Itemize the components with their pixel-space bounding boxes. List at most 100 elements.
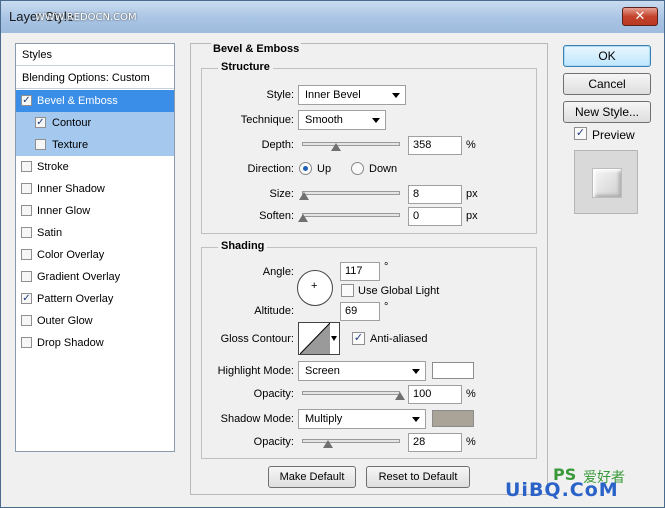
style-item-label: Color Overlay <box>37 249 105 261</box>
soften-slider[interactable] <box>302 213 400 217</box>
preview-checkbox[interactable]: ✓ <box>574 127 587 140</box>
style-item-inner-glow[interactable]: Inner Glow <box>16 200 174 222</box>
shadow-opacity-label: Opacity: <box>253 436 294 448</box>
style-item-texture[interactable]: Texture <box>16 134 174 156</box>
chevron-down-icon <box>412 369 420 374</box>
style-item-label: Contour <box>52 117 92 129</box>
checkbox-bevel-emboss[interactable]: ✓ <box>21 95 32 106</box>
shadow-mode-dropdown[interactable]: Multiply <box>298 409 426 429</box>
watermark-text: WWW.REDOCN.COM <box>35 12 137 23</box>
checkbox-pattern-overlay[interactable]: ✓ <box>21 293 32 304</box>
checkbox-color-overlay[interactable] <box>21 249 32 260</box>
altitude-input[interactable]: 69 <box>340 302 380 321</box>
checkbox-contour[interactable]: ✓ <box>35 117 46 128</box>
ok-button[interactable]: OK <box>563 45 651 67</box>
gloss-contour-label: Gloss Contour: <box>220 333 294 345</box>
highlight-mode-label: Highlight Mode: <box>217 365 294 377</box>
highlight-opacity-input[interactable]: 100 <box>408 385 462 404</box>
style-label: Style: <box>266 89 294 101</box>
styles-list: Styles Blending Options: Custom ✓ Bevel … <box>15 43 175 452</box>
style-dropdown[interactable]: Inner Bevel <box>298 85 406 105</box>
style-item-label: Inner Shadow <box>37 183 105 195</box>
use-global-light-label: Use Global Light <box>358 285 440 297</box>
use-global-light-checkbox[interactable] <box>341 284 354 297</box>
checkbox-stroke[interactable] <box>21 161 32 172</box>
highlight-opacity-label: Opacity: <box>253 388 294 400</box>
angle-dial[interactable]: + <box>297 270 333 306</box>
style-item-satin[interactable]: Satin <box>16 222 174 244</box>
technique-label: Technique: <box>240 114 294 126</box>
highlight-opacity-thumb[interactable] <box>395 392 405 400</box>
style-item-bevel-emboss[interactable]: ✓ Bevel & Emboss <box>16 90 174 112</box>
size-label: Size: <box>269 188 294 200</box>
depth-slider[interactable] <box>302 142 400 146</box>
shadow-color-swatch[interactable] <box>432 410 474 427</box>
anti-aliased-checkbox[interactable]: ✓ <box>352 332 365 345</box>
checkbox-inner-glow[interactable] <box>21 205 32 216</box>
reset-to-default-button[interactable]: Reset to Default <box>366 466 470 488</box>
style-item-drop-shadow[interactable]: Drop Shadow <box>16 332 174 354</box>
highlight-color-swatch[interactable] <box>432 362 474 379</box>
direction-up-label: Up <box>317 163 332 175</box>
cancel-button[interactable]: Cancel <box>563 73 651 95</box>
checkbox-texture[interactable] <box>35 139 46 150</box>
depth-slider-thumb[interactable] <box>331 143 341 151</box>
chevron-down-icon <box>331 336 337 341</box>
layer-style-dialog: Layer Style WWW.REDOCN.COM ✕ Styles Blen… <box>0 0 665 508</box>
direction-down-radio[interactable] <box>351 162 364 175</box>
soften-input[interactable]: 0 <box>408 207 462 226</box>
style-item-gradient-overlay[interactable]: Gradient Overlay <box>16 266 174 288</box>
panel-title: Bevel & Emboss <box>211 43 302 55</box>
technique-dropdown[interactable]: Smooth <box>298 110 386 130</box>
highlight-mode-dropdown[interactable]: Screen <box>298 361 426 381</box>
style-item-outer-glow[interactable]: Outer Glow <box>16 310 174 332</box>
size-input[interactable]: 8 <box>408 185 462 204</box>
size-slider-thumb[interactable] <box>299 192 309 200</box>
style-item-label: Outer Glow <box>37 315 93 327</box>
shadow-opacity-thumb[interactable] <box>323 440 333 448</box>
size-slider[interactable] <box>302 191 400 195</box>
soften-slider-thumb[interactable] <box>298 214 308 222</box>
style-item-label: Bevel & Emboss <box>37 95 118 107</box>
highlight-opacity-slider[interactable] <box>302 391 400 395</box>
checkbox-gradient-overlay[interactable] <box>21 271 32 282</box>
angle-label: Angle: <box>262 266 294 278</box>
style-value: Inner Bevel <box>305 89 361 101</box>
crosshair-icon: + <box>311 280 318 292</box>
style-item-inner-shadow[interactable]: Inner Shadow <box>16 178 174 200</box>
style-item-label: Inner Glow <box>37 205 91 217</box>
style-item-label: Gradient Overlay <box>37 271 121 283</box>
uibq-watermark: UiBQ.CoM <box>505 479 619 501</box>
shadow-opacity-unit: % <box>466 436 476 448</box>
structure-title: Structure <box>218 61 273 73</box>
altitude-unit: ° <box>384 301 389 313</box>
style-item-label: Drop Shadow <box>37 337 104 349</box>
style-item-pattern-overlay[interactable]: ✓ Pattern Overlay <box>16 288 174 310</box>
preview-thumbnail <box>574 150 638 214</box>
close-button[interactable]: ✕ <box>622 7 658 26</box>
checkbox-satin[interactable] <box>21 227 32 238</box>
style-item-label: Texture <box>52 139 89 151</box>
angle-input[interactable]: 117 <box>340 262 380 281</box>
blending-options-item[interactable]: Blending Options: Custom <box>16 67 174 89</box>
new-style-button[interactable]: New Style... <box>563 101 651 123</box>
direction-up-radio[interactable] <box>299 162 312 175</box>
checkbox-drop-shadow[interactable] <box>21 337 32 348</box>
depth-input[interactable]: 358 <box>408 136 462 155</box>
shadow-opacity-input[interactable]: 28 <box>408 433 462 452</box>
make-default-button[interactable]: Make Default <box>268 466 356 488</box>
checkbox-inner-shadow[interactable] <box>21 183 32 194</box>
style-item-stroke[interactable]: Stroke <box>16 156 174 178</box>
style-item-contour[interactable]: ✓ Contour <box>16 112 174 134</box>
structure-group: Structure Style: Inner Bevel Technique: … <box>201 61 537 234</box>
dialog-body: Styles Blending Options: Custom ✓ Bevel … <box>7 33 658 503</box>
shadow-mode-label: Shadow Mode: <box>220 413 294 425</box>
shadow-mode-value: Multiply <box>305 413 343 425</box>
style-item-color-overlay[interactable]: Color Overlay <box>16 244 174 266</box>
shadow-opacity-slider[interactable] <box>302 439 400 443</box>
styles-header[interactable]: Styles <box>16 44 174 66</box>
style-item-label: Pattern Overlay <box>37 293 114 305</box>
checkbox-outer-glow[interactable] <box>21 315 32 326</box>
shading-group: Shading Angle: + 117 ° Use Global Light … <box>201 240 537 459</box>
gloss-contour-picker[interactable] <box>298 322 340 355</box>
